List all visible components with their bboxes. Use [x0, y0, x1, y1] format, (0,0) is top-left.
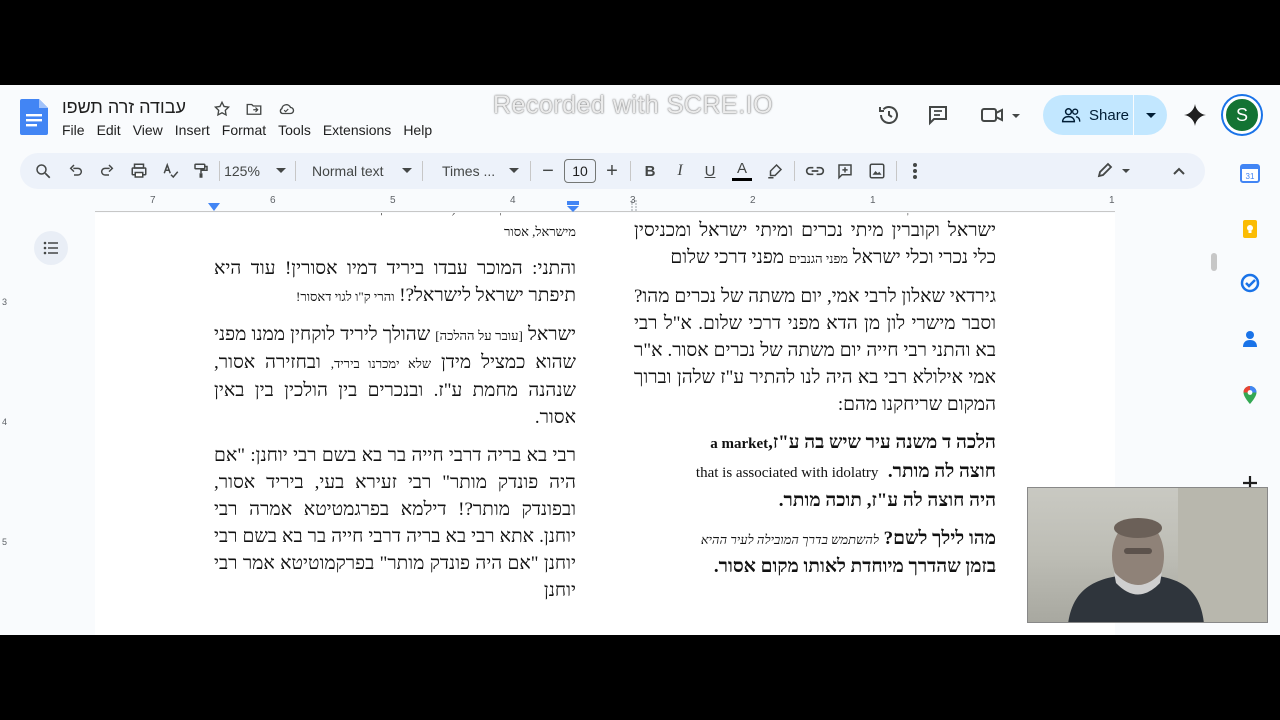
font-size-input[interactable]: 10 — [564, 159, 596, 183]
text-paragraph: הלכה ד משנה עיר שיש בה ע"ז,a market — [710, 432, 996, 453]
menu-file[interactable]: File — [62, 122, 85, 138]
text-paragraph: גירדאי שאלון לרבי אמי, יום משתה של נכרים… — [634, 286, 996, 415]
menu-edit[interactable]: Edit — [97, 122, 121, 138]
text-paragraph: מישראל, אסור — [504, 224, 576, 239]
share-label: Share — [1089, 106, 1130, 124]
scrollbar-thumb[interactable] — [1211, 253, 1217, 271]
text-paragraph: בזמן שהדרך מיוחדת לאותו מקום אסור. — [713, 556, 996, 577]
text-paragraph: ישראל [עובר על ההלכה] שהולך ליריד לוקחין… — [214, 324, 577, 428]
cloud-status-icon[interactable] — [276, 99, 296, 119]
move-folder-icon[interactable] — [244, 99, 264, 119]
maps-icon[interactable] — [1240, 385, 1260, 405]
outline-list-icon — [43, 241, 58, 255]
share-dropdown-icon[interactable] — [1145, 107, 1157, 127]
editing-mode-icon[interactable] — [1090, 153, 1140, 189]
text-paragraph: רבי בא בריה דרבי חייה בר בא בשם רבי יוחנ… — [214, 445, 576, 601]
ruler-number: 1 — [1109, 195, 1115, 206]
comments-icon[interactable] — [924, 101, 952, 129]
text-color-button[interactable]: A — [728, 153, 756, 189]
svg-text:31: 31 — [1246, 172, 1255, 181]
bold-button[interactable]: B — [636, 153, 664, 189]
share-button[interactable]: Share — [1043, 95, 1167, 135]
redo-icon[interactable] — [93, 153, 121, 189]
hide-menus-icon[interactable] — [1166, 153, 1192, 189]
font-value: Times ... — [442, 163, 496, 179]
document-page[interactable]: מישראל: ... ליקח בהמה (מפני שממעטין אבל … — [95, 213, 1115, 635]
text-paragraph: חוצה לה מותר. that is associated with id… — [695, 461, 996, 482]
right-text-column: חולי ישראל ... ביקור חולים ... נכרים ואב… — [634, 213, 996, 591]
increase-font-size-button[interactable]: + — [600, 153, 624, 189]
ruler-number: 3 — [2, 297, 8, 307]
recording-watermark: Recorded with SCRE.IO — [493, 91, 774, 119]
menu-bar: File Edit View Insert Format Tools Exten… — [62, 122, 432, 138]
text-color-letter: A — [736, 159, 747, 177]
contacts-icon[interactable] — [1240, 329, 1260, 349]
star-icon[interactable] — [212, 99, 232, 119]
document-outline-button[interactable] — [34, 231, 68, 265]
paint-format-icon[interactable] — [186, 153, 216, 189]
menu-help[interactable]: Help — [403, 122, 432, 138]
column-gap-marker-icon[interactable] — [631, 200, 637, 212]
insert-link-icon[interactable] — [800, 153, 830, 189]
print-icon[interactable] — [124, 153, 154, 189]
undo-icon[interactable] — [62, 153, 90, 189]
meet-icon[interactable] — [978, 101, 1024, 129]
highlight-icon[interactable] — [760, 153, 790, 189]
italic-button[interactable]: I — [666, 153, 694, 189]
text-paragraph: היה חוצה לה ע"ז, תוכה מותר. — [778, 490, 996, 511]
ruler-number: 1 — [870, 195, 876, 206]
spellcheck-icon[interactable] — [156, 153, 186, 189]
document-title[interactable]: עבודה זרה תשפו — [62, 97, 186, 118]
app-window: עבודה זרה תשפו File Edit View Insert For… — [0, 85, 1280, 635]
style-select[interactable]: Normal text — [304, 153, 414, 189]
menu-insert[interactable]: Insert — [175, 122, 210, 138]
version-history-icon[interactable] — [875, 101, 903, 129]
vertical-ruler[interactable]: 3 4 5 — [0, 213, 14, 635]
ruler-number: 6 — [270, 195, 276, 206]
zoom-select[interactable]: 125% — [223, 153, 289, 189]
ruler-number: 2 — [750, 195, 756, 206]
webcam-person-image — [1068, 488, 1267, 622]
search-menus-icon[interactable] — [28, 153, 58, 189]
toolbar: 125% Normal text Times ... − 10 + B I U … — [20, 153, 1205, 189]
account-avatar[interactable]: S — [1223, 96, 1261, 134]
add-comment-icon[interactable] — [830, 153, 860, 189]
docs-logo-icon[interactable] — [20, 99, 48, 135]
ruler-number: 4 — [2, 417, 8, 427]
ruler-number: 4 — [510, 195, 516, 206]
text-paragraph: ישראל וקוברין מיתי נכרים ומיתי ישראל ומכ… — [634, 220, 996, 268]
menu-tools[interactable]: Tools — [278, 122, 311, 138]
style-value: Normal text — [312, 163, 384, 179]
zoom-value: 125% — [224, 163, 260, 179]
ruler-number: 5 — [2, 537, 8, 547]
left-text-column: מישראל: ... ליקח בהמה (מפני שממעטין אבל … — [214, 213, 576, 615]
menu-format[interactable]: Format — [222, 122, 266, 138]
calendar-icon[interactable]: 31 — [1240, 163, 1260, 183]
webcam-overlay — [1027, 487, 1268, 623]
more-options-icon[interactable] — [902, 153, 928, 189]
menu-view[interactable]: View — [133, 122, 163, 138]
font-select[interactable]: Times ... — [432, 153, 524, 189]
horizontal-ruler[interactable]: 7 6 5 4 3 2 1 1 — [95, 195, 1115, 213]
gemini-icon[interactable] — [1181, 101, 1209, 129]
menu-extensions[interactable]: Extensions — [323, 122, 391, 138]
keep-icon[interactable] — [1240, 219, 1260, 239]
decrease-font-size-button[interactable]: − — [536, 153, 560, 189]
underline-button[interactable]: U — [696, 153, 724, 189]
text-paragraph: מהו לילך לשם? להשתמש בדרך המובילה לעיר ה… — [700, 528, 996, 549]
tasks-icon[interactable] — [1240, 273, 1260, 293]
left-indent-marker-icon[interactable] — [208, 203, 220, 212]
insert-image-icon[interactable] — [862, 153, 892, 189]
people-icon — [1061, 108, 1081, 123]
text-paragraph: והתני: המוכר עבדו ביריד דמיו אסורין! עוד… — [214, 258, 576, 306]
ruler-number: 5 — [390, 195, 396, 206]
ruler-number: 7 — [150, 195, 156, 206]
column-indent-marker-icon[interactable] — [567, 201, 579, 212]
